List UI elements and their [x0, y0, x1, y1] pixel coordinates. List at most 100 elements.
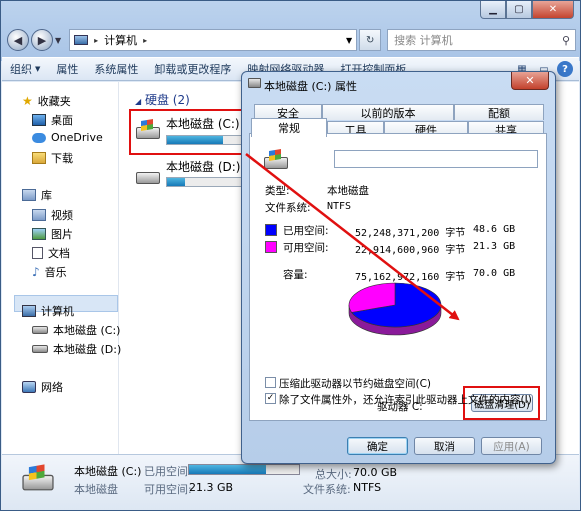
refresh-button[interactable]: ↻ [359, 29, 382, 51]
details-used-label: 已用空间: [144, 465, 192, 478]
minimize-button[interactable]: ▁ [480, 1, 506, 19]
recent-pages-dropdown[interactable]: ▼ [55, 36, 61, 45]
index-contents-label[interactable]: 除了文件属性外，还允许索引此驱动器上文件的内容(I) [279, 392, 532, 407]
sidebar-item-documents[interactable]: 文档 [32, 245, 70, 261]
search-icon: ⚲ [561, 33, 570, 47]
usage-fill [167, 178, 186, 186]
compress-drive-checkbox[interactable] [265, 377, 276, 388]
tab-general[interactable]: 常规 [251, 118, 327, 137]
used-space-bytes: 52,248,371,200 字节 [355, 228, 466, 239]
apply-button[interactable]: 应用(A) [481, 437, 542, 455]
sidebar-item-music[interactable]: ♪ 音乐 [32, 264, 67, 280]
cloud-icon [32, 132, 46, 143]
search-input[interactable]: 搜索 计算机 ⚲ [387, 29, 576, 51]
sidebar-item-videos[interactable]: 视频 [32, 207, 73, 223]
disk-usage-pie-chart [348, 282, 442, 336]
separator [265, 217, 537, 218]
hard-disks-group-header[interactable]: ◢ 硬盘 (2) [135, 91, 190, 108]
tab-quota[interactable]: 配额 [454, 104, 544, 120]
sidebar-item-label: 文档 [48, 247, 70, 260]
tab-previous-versions[interactable]: 以前的版本 [322, 104, 454, 120]
back-arrow-icon: ◀ [13, 33, 23, 47]
hard-drive-icon [136, 118, 160, 142]
forward-button[interactable]: ▶ [31, 29, 53, 51]
back-button[interactable]: ◀ [7, 29, 29, 51]
breadcrumb-separator[interactable]: ▸ [143, 36, 147, 45]
details-usage-bar [188, 464, 300, 475]
free-space-gb: 21.3 GB [473, 241, 516, 252]
dialog-close-button[interactable]: ✕ [511, 72, 549, 90]
filesystem-label: 文件系统: [265, 202, 311, 214]
hard-drive-icon [264, 148, 288, 172]
navigation-pane: ★ 收藏夹 桌面 OneDrive 下载 库 视频 图片 文档 ♪ 音乐 计算机 本… [2, 82, 121, 454]
organize-button[interactable]: 组织 ▼ [2, 58, 48, 80]
free-space-bytes: 22,914,600,960 字节 [355, 245, 466, 256]
index-contents-checkbox[interactable]: ✓ [265, 393, 276, 404]
used-space-color-swatch [265, 224, 277, 236]
library-icon [22, 189, 36, 201]
sidebar-item-label: 库 [41, 189, 52, 202]
hard-drive-icon [248, 78, 261, 88]
volume-label-input[interactable] [334, 150, 538, 168]
system-properties-button[interactable]: 系统属性 [86, 58, 146, 80]
usage-fill [189, 465, 266, 474]
breadcrumb-separator[interactable]: ▸ [94, 36, 98, 45]
maximize-button[interactable]: ▢ [506, 1, 532, 19]
hard-drive-icon [32, 326, 48, 334]
sidebar-item-label: 收藏夹 [37, 95, 71, 108]
cancel-button[interactable]: 取消 [414, 437, 475, 455]
properties-button[interactable]: 属性 [48, 58, 86, 80]
sidebar-item-favorites[interactable]: ★ 收藏夹 [22, 93, 71, 109]
filesystem-value: NTFS [327, 201, 352, 212]
ok-button[interactable]: 确定 [347, 437, 408, 455]
sidebar-item-drive-c[interactable]: 本地磁盘 (C:) [32, 322, 120, 338]
separator [265, 176, 537, 177]
capacity-label: 容量: [283, 269, 308, 281]
sidebar-item-libraries[interactable]: 库 [22, 187, 52, 203]
network-icon [22, 381, 36, 393]
computer-icon [74, 35, 89, 45]
sidebar-item-pictures[interactable]: 图片 [32, 226, 73, 242]
help-icon[interactable]: ? [557, 61, 573, 77]
breadcrumb-computer[interactable]: 计算机 [104, 32, 137, 48]
refresh-icon: ↻ [365, 34, 375, 46]
free-space-color-swatch [265, 241, 277, 253]
type-value: 本地磁盘 [327, 185, 369, 197]
sidebar-item-label: 下载 [51, 152, 73, 165]
used-space-gb: 48.6 GB [473, 224, 516, 235]
capacity-gb: 70.0 GB [473, 268, 516, 279]
organize-label: 组织 [10, 63, 32, 76]
download-folder-icon [32, 152, 46, 164]
forward-arrow-icon: ▶ [37, 33, 47, 47]
usage-fill [167, 136, 223, 144]
details-free-value: 21.3 GB [189, 481, 234, 494]
drive-d-usage-bar [166, 177, 248, 187]
address-bar[interactable]: ▸ 计算机 ▸ ▼ [69, 29, 358, 51]
document-icon [32, 247, 43, 259]
sidebar-item-drive-d[interactable]: 本地磁盘 (D:) [32, 341, 121, 357]
sidebar-item-network[interactable]: 网络 [22, 379, 63, 395]
group-title: 硬盘 (2) [144, 93, 190, 107]
window-controls: ▁ ▢ ✕ [480, 1, 574, 19]
details-total-value: 70.0 GB [353, 466, 398, 479]
address-row: ◀ ▶ ▼ ▸ 计算机 ▸ ▼ ↻ 搜索 计算机 ⚲ [7, 27, 576, 53]
sidebar-item-label: 音乐 [44, 266, 67, 279]
drive-c-item[interactable]: 本地磁盘 (C:) [166, 115, 240, 132]
address-dropdown-icon[interactable]: ▼ [346, 36, 352, 45]
sidebar-item-computer[interactable]: 计算机 [22, 303, 74, 319]
uninstall-program-button[interactable]: 卸载或更改程序 [146, 58, 239, 80]
sidebar-item-label: 桌面 [51, 114, 73, 127]
used-space-label: 已用空间: [283, 225, 329, 237]
close-button[interactable]: ✕ [532, 1, 574, 19]
type-label: 类型: [265, 185, 290, 197]
computer-icon [22, 305, 36, 317]
compress-drive-label[interactable]: 压缩此驱动器以节约磁盘空间(C) [279, 376, 431, 391]
sidebar-item-label: 本地磁盘 (C:) [53, 324, 121, 337]
hard-drive-icon [136, 165, 160, 187]
sidebar-item-downloads[interactable]: 下载 [32, 150, 73, 166]
drive-d-item[interactable]: 本地磁盘 (D:) [166, 158, 240, 175]
sidebar-item-desktop[interactable]: 桌面 [32, 112, 73, 128]
sidebar-item-label: 本地磁盘 (D:) [53, 343, 122, 356]
sidebar-item-onedrive[interactable]: OneDrive [32, 131, 103, 144]
search-placeholder: 搜索 计算机 [394, 34, 453, 47]
